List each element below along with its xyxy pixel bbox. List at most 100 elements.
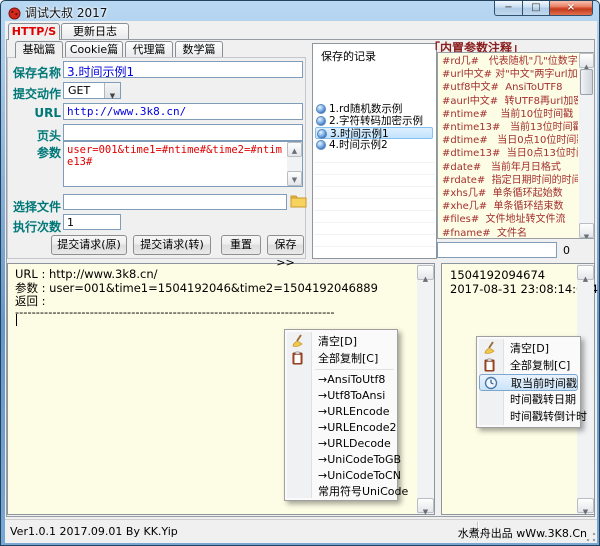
save-name-input[interactable]: 3.时间示例1 — [63, 61, 303, 78]
menu-item-unicodetogb[interactable]: →UniCodeToGB — [285, 452, 397, 468]
close-button[interactable]: × — [549, 1, 593, 16]
menu-item-common-unicode[interactable]: 常用符号UniCode — [285, 484, 397, 500]
params-textarea[interactable]: user=001&time1=#ntime#&time2=#ntime13# — [63, 141, 303, 187]
record-icon — [316, 140, 326, 150]
menu-separator — [315, 369, 394, 370]
app-window: 调试大叔 2017 − □ × HTTP/S 更新日志 基础篇 Cookie篇 … — [0, 0, 600, 546]
maximize-button[interactable]: □ — [522, 1, 549, 16]
record-item[interactable]: 1.rd随机数示例 — [315, 103, 433, 115]
tab-math[interactable]: 数学篇 — [175, 41, 223, 57]
record-label: 2.字符转码加密示例 — [329, 115, 423, 127]
submit-converted-button[interactable]: 提交请求(转) — [133, 235, 211, 255]
broom-icon — [291, 334, 305, 348]
clock-icon — [484, 376, 498, 390]
params-scrollbar[interactable] — [287, 142, 302, 186]
scroll-up-icon[interactable] — [579, 53, 594, 68]
method-select[interactable]: GET — [63, 82, 121, 99]
tab-update-log[interactable]: 更新日志 — [61, 23, 129, 39]
count-label: 执行次数 — [9, 218, 61, 235]
broom-icon — [483, 341, 497, 355]
counter-value: 0 — [563, 244, 570, 257]
scroll-up-icon[interactable] — [577, 265, 594, 280]
menu-item-unicodetocn[interactable]: →UniCodeToCN — [285, 468, 397, 484]
reference-line: #url中文# 对"中文"两字url加密 — [442, 68, 578, 81]
reference-scrollbar[interactable] — [579, 53, 594, 238]
reference-panel[interactable]: #rd几# 代表随机"几"位数字 #url中文# 对"中文"两字url加密 #u… — [437, 52, 595, 239]
menu-item-label: 清空[D] — [510, 342, 549, 355]
window-controls: − □ × — [494, 1, 593, 16]
menu-item-label: 常用符号UniCode — [318, 485, 408, 498]
menu-item-copy-all[interactable]: 全部复制[C] — [285, 350, 397, 367]
chevron-down-icon[interactable] — [104, 83, 120, 98]
count-input[interactable]: 1 — [63, 214, 121, 230]
scroll-up-icon[interactable] — [287, 142, 302, 157]
file-label: 选择文件 — [9, 198, 61, 215]
submit-raw-button[interactable]: 提交请求(原) — [51, 235, 127, 255]
scroll-thumb[interactable] — [580, 69, 593, 95]
record-item-selected[interactable]: 3.时间示例1 — [315, 127, 433, 139]
params-value: user=001&time1=#ntime#&time2=#ntime13# — [67, 144, 282, 168]
reference-line: #utf8中文# AnsiToUTF8 — [442, 81, 578, 94]
result-url-line: URL : http://www.3k8.cn/ — [15, 268, 415, 282]
menu-item-utf8toansi[interactable]: →Utf8ToAnsi — [285, 388, 397, 404]
menu-item-label: →UniCodeToGB — [318, 453, 401, 466]
record-item[interactable]: 2.字符转码加密示例 — [315, 115, 433, 127]
reset-button[interactable]: 重置 — [221, 235, 261, 255]
reference-line: #xhs几# 单条循环起始数 — [442, 187, 578, 200]
version-text: Ver1.0.1 2017.09.01 By KK.Yip — [10, 525, 178, 538]
records-header: 保存的记录 — [321, 48, 376, 64]
record-item[interactable]: 4.时间示例2 — [315, 139, 433, 151]
url-input[interactable]: http://www.3k8.cn/ — [63, 103, 303, 120]
tab-basic[interactable]: 基础篇 — [15, 41, 63, 58]
clipboard-icon — [483, 358, 497, 372]
menu-item-timestamp-to-date[interactable]: 时间戳转日期 — [477, 391, 580, 408]
record-label: 4.时间示例2 — [329, 139, 388, 151]
scroll-down-icon[interactable] — [417, 498, 434, 513]
menu-item-urldecode[interactable]: →URLDecode — [285, 436, 397, 452]
resize-grip-icon[interactable] — [586, 532, 596, 542]
title-bar[interactable]: 调试大叔 2017 − □ × — [1, 1, 600, 21]
method-value: GET — [68, 84, 90, 97]
record-icon — [316, 104, 326, 114]
credit-text: 水煮舟出品 wWw.3K8.Cn — [458, 525, 587, 541]
menu-item-label: 清空[D] — [318, 335, 357, 348]
file-input[interactable] — [63, 194, 287, 210]
header-label: 页头 — [9, 127, 61, 144]
timestamp-value: 1504192094674 — [450, 268, 545, 282]
menu-item-copy-all[interactable]: 全部复制[C] — [477, 357, 580, 374]
method-label: 提交动作 — [9, 85, 61, 102]
reference-line: #dtime# 当日0点10位时间戳 — [442, 134, 578, 147]
header-input[interactable] — [63, 124, 303, 141]
scroll-down-icon[interactable] — [577, 498, 594, 513]
tab-https[interactable]: HTTP/S — [8, 23, 60, 40]
menu-item-timestamp-countdown[interactable]: 时间戳转倒计时 — [477, 408, 580, 425]
menu-item-label: 全部复制[C] — [318, 352, 378, 365]
menu-item-urlencode2[interactable]: →URLEncode2 — [285, 420, 397, 436]
result-scrollbar[interactable] — [417, 264, 434, 514]
tab-cookie[interactable]: Cookie篇 — [65, 41, 123, 57]
status-bar: Ver1.0.1 2017.09.01 By KK.Yip 水煮舟出品 wWw.… — [5, 519, 597, 543]
menu-item-get-current-timestamp[interactable]: 取当前时间戳 — [479, 374, 578, 391]
record-label: 1.rd随机数示例 — [329, 103, 402, 115]
menu-item-label: →Utf8ToAnsi — [318, 389, 385, 402]
counter-input[interactable] — [437, 242, 557, 258]
browse-file-button[interactable] — [290, 193, 308, 209]
clipboard-icon — [291, 351, 305, 365]
record-icon — [317, 129, 327, 139]
menu-item-clear[interactable]: 清空[D] — [477, 340, 580, 357]
scroll-down-icon[interactable] — [579, 223, 594, 238]
menu-item-clear[interactable]: 清空[D] — [285, 333, 397, 350]
minimize-button[interactable]: − — [494, 1, 522, 16]
menu-item-label: →AnsiToUtf8 — [318, 373, 385, 386]
save-button[interactable]: 保存>> — [267, 235, 304, 255]
menu-item-urlencode[interactable]: →URLEncode — [285, 404, 397, 420]
tab-proxy[interactable]: 代理篇 — [125, 41, 173, 57]
menu-item-label: 时间戳转日期 — [510, 393, 576, 406]
reference-line: #rdate# 指定日期时间的时间戳 — [442, 174, 578, 187]
reference-line: #files# 文件地址转文件流 — [442, 213, 578, 226]
scroll-up-icon[interactable] — [417, 265, 434, 280]
scroll-down-icon[interactable] — [287, 171, 302, 186]
reference-lines: #rd几# 代表随机"几"位数字 #url中文# 对"中文"两字url加密 #u… — [442, 55, 578, 239]
menu-item-ansitoutf8[interactable]: →AnsiToUtf8 — [285, 372, 397, 388]
folder-icon — [290, 194, 307, 208]
